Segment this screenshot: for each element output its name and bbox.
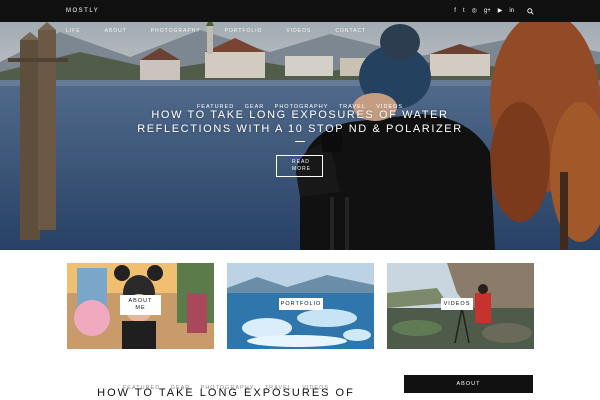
hero-title[interactable]: HOW TO TAKE LONG EXPOSURES OF WATER REFL… — [0, 108, 600, 136]
divider — [295, 141, 305, 142]
hero-banner: LIFE ABOUT PHOTOGRAPHY PORTFOLIO VIDEOS … — [0, 22, 600, 250]
tile-label: ABOUT ME — [120, 295, 161, 315]
nav-item-about[interactable]: ABOUT — [105, 28, 127, 34]
tile-label-line: PORTFOLIO — [280, 300, 322, 307]
nav-item-videos[interactable]: VIDEOS — [286, 28, 311, 34]
top-bar: MOSTLY f t ◎ g+ ▶ in — [0, 0, 600, 22]
twitter-icon[interactable]: t — [463, 8, 465, 14]
main-nav: LIFE ABOUT PHOTOGRAPHY PORTFOLIO VIDEOS … — [66, 28, 390, 34]
facebook-icon[interactable]: f — [454, 8, 456, 14]
search-icon[interactable] — [527, 7, 534, 15]
hero-title-line: HOW TO TAKE LONG EXPOSURES OF WATER — [151, 109, 449, 121]
promo-tile-videos[interactable]: VIDEOS — [387, 263, 534, 349]
promo-tile-portfolio[interactable]: PORTFOLIO — [227, 263, 374, 349]
linkedin-icon[interactable]: in — [509, 8, 514, 14]
nav-item-life[interactable]: LIFE — [66, 28, 81, 34]
post-title[interactable]: HOW TO TAKE LONG EXPOSURES OF — [66, 387, 386, 399]
sidebar-about-heading: ABOUT — [404, 375, 533, 393]
tile-label-line: ABOUT — [128, 298, 153, 304]
read-more-button[interactable]: READ MORE — [276, 155, 323, 177]
tile-label-line: ME — [135, 305, 146, 311]
site-logo[interactable]: MOSTLY — [66, 8, 99, 14]
hero-title-line: REFLECTIONS WITH A 10 STOP ND & POLARIZE… — [137, 123, 463, 135]
nav-item-photography[interactable]: PHOTOGRAPHY — [151, 28, 201, 34]
tile-label-line: VIDEOS — [443, 300, 471, 307]
read-more-label: MORE — [292, 166, 311, 172]
nav-item-portfolio[interactable]: PORTFOLIO — [225, 28, 263, 34]
hero-photo — [0, 22, 600, 250]
promo-tile-about[interactable]: ABOUT ME — [67, 263, 214, 349]
youtube-icon[interactable]: ▶ — [498, 8, 503, 14]
tile-label: VIDEOS — [441, 298, 473, 310]
nav-item-contact[interactable]: CONTACT — [335, 28, 366, 34]
instagram-icon[interactable]: ◎ — [472, 8, 477, 14]
read-more-label: READ — [292, 159, 310, 165]
tile-label: PORTFOLIO — [279, 298, 323, 310]
social-links: f t ◎ g+ ▶ in — [454, 7, 534, 15]
google-plus-icon[interactable]: g+ — [484, 8, 491, 14]
